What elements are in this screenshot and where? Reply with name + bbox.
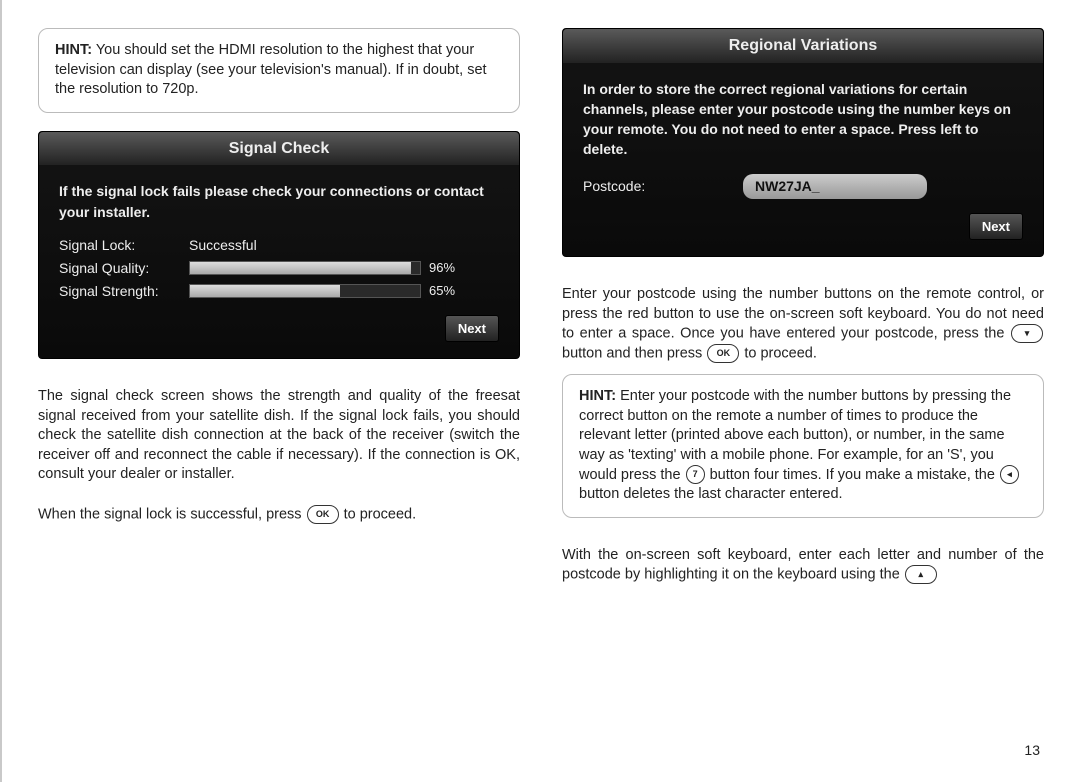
panel-body: If the signal lock fails please check yo…: [39, 165, 519, 358]
right-column: Regional Variations In order to store th…: [562, 28, 1044, 758]
hint-body-b: button four times. If you make a mistake…: [706, 467, 999, 483]
signal-strength-fill: [190, 285, 340, 297]
up-button-icon: ▴: [905, 565, 937, 584]
signal-check-description: The signal check screen shows the streng…: [38, 387, 520, 485]
hint-text: HINT: You should set the HDMI resolution…: [55, 42, 487, 97]
soft-keyboard-instruction: With the on-screen soft keyboard, enter …: [562, 546, 1044, 585]
column-layout: HINT: You should set the HDMI resolution…: [38, 28, 1044, 758]
hint-box-hdmi: HINT: You should set the HDMI resolution…: [38, 28, 520, 113]
panel-instructions: If the signal lock fails please check yo…: [59, 181, 499, 222]
hint-label: HINT:: [579, 388, 616, 404]
hint-body-c: button deletes the last character entere…: [579, 486, 843, 502]
seven-button-icon: 7: [686, 465, 705, 484]
proceed-instruction: When the signal lock is successful, pres…: [38, 505, 520, 525]
postcode-input[interactable]: NW27JA_: [743, 174, 927, 199]
signal-lock-value: Successful: [189, 236, 257, 255]
ok-button-icon: OK: [707, 344, 739, 363]
signal-strength-bar: [189, 284, 421, 298]
nav-row: Next: [583, 213, 1023, 241]
signal-strength-pct: 65%: [429, 282, 455, 300]
text-fragment: to proceed.: [340, 506, 417, 522]
signal-strength-bar-wrap: 65%: [189, 282, 499, 300]
postcode-row: Postcode: NW27JA_: [583, 174, 1023, 199]
signal-strength-label: Signal Strength:: [59, 282, 189, 301]
panel-instructions: In order to store the correct regional v…: [583, 79, 1023, 160]
postcode-label: Postcode:: [583, 177, 743, 196]
text-fragment: Enter your postcode using the number but…: [562, 286, 1044, 341]
hint-box-postcode: HINT: Enter your postcode with the numbe…: [562, 374, 1044, 518]
text-fragment: With the on-screen soft keyboard, enter …: [562, 547, 1044, 583]
nav-row: Next: [59, 315, 499, 343]
postcode-instruction: Enter your postcode using the number but…: [562, 285, 1044, 364]
left-column: HINT: You should set the HDMI resolution…: [38, 28, 520, 758]
next-button[interactable]: Next: [969, 213, 1023, 241]
signal-quality-bar: [189, 261, 421, 275]
next-button[interactable]: Next: [445, 315, 499, 343]
text-fragment: When the signal lock is successful, pres…: [38, 506, 306, 522]
text-fragment: button and then press: [562, 346, 706, 362]
panel-title: Signal Check: [39, 132, 519, 166]
signal-strength-row: Signal Strength: 65%: [59, 282, 499, 301]
signal-quality-bar-wrap: 96%: [189, 259, 499, 277]
page-number: 13: [1024, 741, 1040, 760]
ok-button-icon: OK: [307, 505, 339, 524]
signal-quality-label: Signal Quality:: [59, 259, 189, 278]
hint-body: You should set the HDMI resolution to th…: [55, 42, 487, 97]
signal-lock-label: Signal Lock:: [59, 236, 189, 255]
hint-text: HINT: Enter your postcode with the numbe…: [579, 388, 1020, 502]
signal-check-panel: Signal Check If the signal lock fails pl…: [38, 131, 520, 359]
hint-label: HINT:: [55, 42, 92, 58]
panel-body: In order to store the correct regional v…: [563, 63, 1043, 257]
left-button-icon: ◂: [1000, 465, 1019, 484]
document-page: HINT: You should set the HDMI resolution…: [0, 0, 1080, 782]
regional-variations-panel: Regional Variations In order to store th…: [562, 28, 1044, 257]
signal-lock-row: Signal Lock: Successful: [59, 236, 499, 255]
panel-title: Regional Variations: [563, 29, 1043, 63]
signal-quality-fill: [190, 262, 411, 274]
text-fragment: to proceed.: [740, 346, 817, 362]
signal-quality-row: Signal Quality: 96%: [59, 259, 499, 278]
down-button-icon: ▾: [1011, 324, 1043, 343]
signal-quality-pct: 96%: [429, 259, 455, 277]
